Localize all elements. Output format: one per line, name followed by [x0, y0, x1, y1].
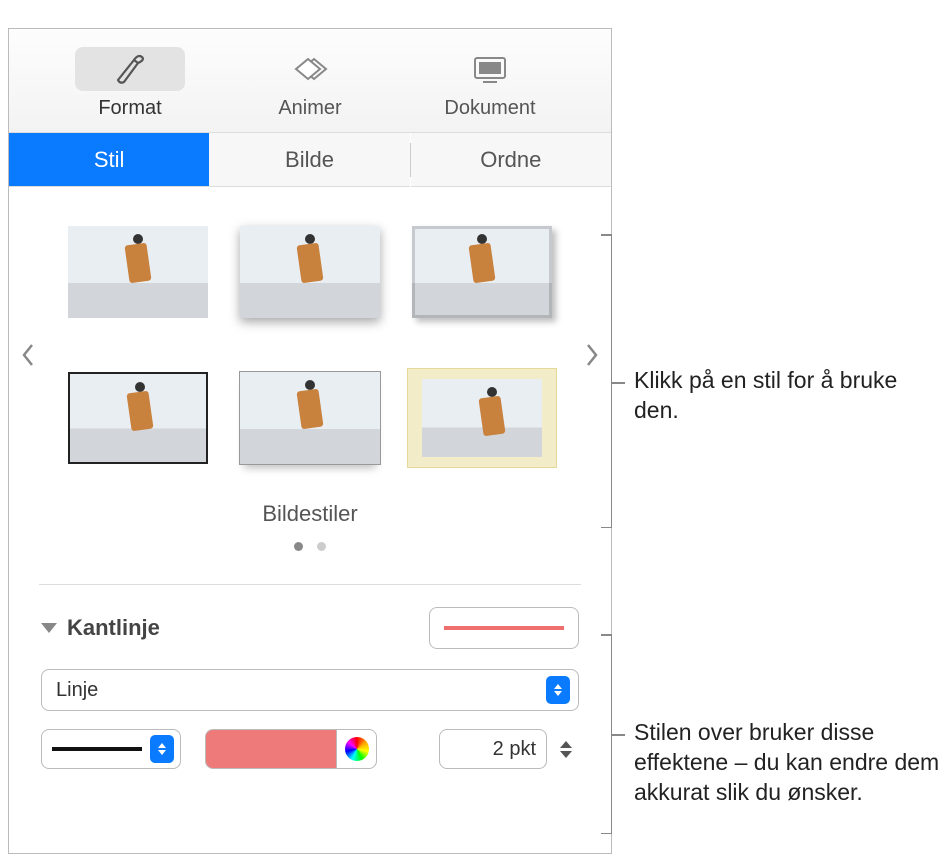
line-sample-icon [52, 747, 142, 751]
chevron-down-icon [41, 623, 57, 633]
color-wheel-button[interactable] [337, 729, 377, 769]
border-disclosure[interactable]: Kantlinje [41, 615, 160, 641]
color-wheel-icon [345, 737, 369, 761]
tab-style[interactable]: Stil [9, 133, 209, 187]
dropdown-arrows-icon [546, 676, 570, 704]
top-toolbar: Format Animer Dokument [9, 29, 611, 133]
border-color-swatch[interactable] [205, 729, 337, 769]
document-label: Dokument [444, 97, 535, 120]
border-color-group [205, 729, 377, 769]
page-dot-2[interactable] [317, 542, 326, 551]
animate-toolbar-button[interactable]: Animer [255, 47, 365, 120]
callout-bracket-1 [611, 234, 612, 528]
callout-bracket-2 [611, 634, 612, 834]
border-weight-input[interactable]: 2 pkt [439, 729, 547, 769]
tab-arrange[interactable]: Ordne [411, 133, 611, 187]
line-style-dropdown[interactable] [41, 729, 181, 769]
tab-image[interactable]: Bilde [209, 133, 409, 187]
style-thumbnail-2[interactable] [235, 222, 385, 322]
styles-prev-button[interactable] [21, 342, 35, 374]
animate-label: Animer [278, 97, 341, 120]
dropdown-arrows-icon [150, 735, 174, 763]
callout-text-2: Stilen over bruker disse effektene – du … [634, 718, 944, 808]
border-style-preview[interactable] [429, 607, 579, 649]
paintbrush-icon [75, 47, 185, 91]
stepper-down-button[interactable] [560, 751, 572, 758]
style-pagination-dots [29, 535, 591, 556]
border-type-value: Linje [56, 679, 98, 702]
weight-stepper [553, 729, 579, 769]
style-thumbnail-5[interactable] [235, 368, 385, 468]
style-thumbnail-6[interactable] [407, 368, 557, 468]
style-thumbnail-1[interactable] [63, 222, 213, 322]
image-styles-label: Bildestiler [29, 501, 591, 527]
border-section: Kantlinje Linje 2 pkt [9, 585, 611, 769]
border-title: Kantlinje [67, 615, 160, 641]
style-thumbnail-4[interactable] [63, 368, 213, 468]
format-label: Format [98, 97, 161, 120]
style-thumbnail-3[interactable] [407, 222, 557, 322]
diamond-stack-icon [255, 47, 365, 91]
inspector-panel: Format Animer Dokument Sti [8, 28, 612, 854]
format-toolbar-button[interactable]: Format [75, 47, 185, 120]
border-controls-row: 2 pkt [41, 729, 579, 769]
presentation-icon [435, 47, 545, 91]
border-weight-group: 2 pkt [439, 729, 579, 769]
styles-next-button[interactable] [585, 342, 599, 374]
stepper-up-button[interactable] [560, 741, 572, 748]
border-type-dropdown[interactable]: Linje [41, 669, 579, 711]
inspector-tabs: Stil Bilde Ordne [9, 133, 611, 187]
image-styles-section: Bildestiler [9, 187, 611, 566]
page-dot-1[interactable] [294, 542, 303, 551]
border-section-header: Kantlinje [41, 607, 579, 649]
callout-text-1: Klikk på en stil for å bruke den. [634, 366, 934, 426]
style-thumbnails-grid [29, 217, 591, 473]
document-toolbar-button[interactable]: Dokument [435, 47, 545, 120]
